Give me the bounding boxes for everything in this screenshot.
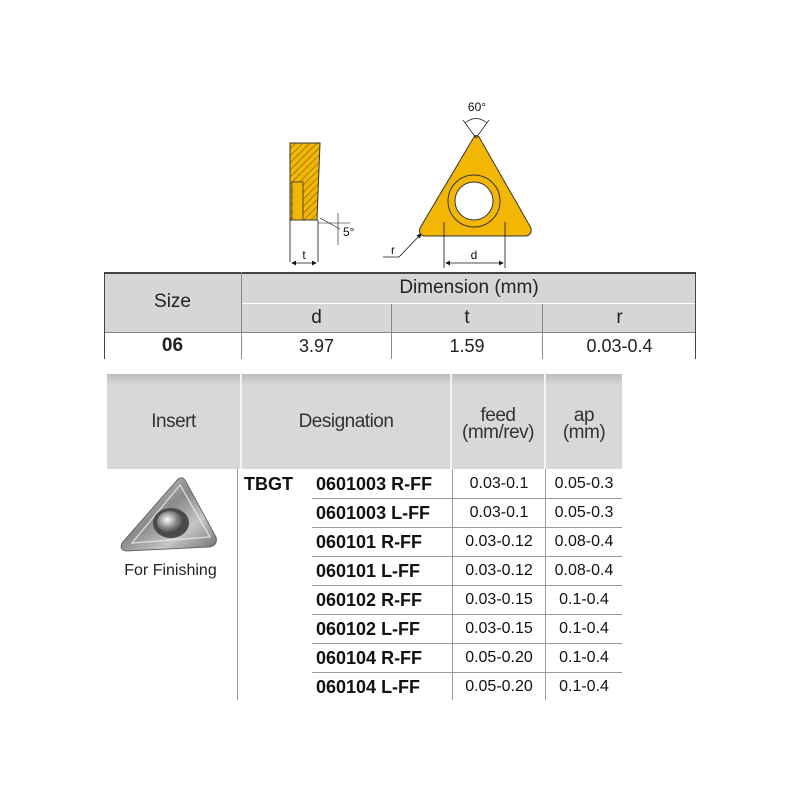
feed-value: 0.03-0.15 xyxy=(465,591,533,608)
designation-code: 060101 R-FF xyxy=(316,531,423,552)
feed-value: 0.03-0.15 xyxy=(465,620,533,637)
dimension-table: Size Dimension (mm) d t r 06 3.97 1.59 0… xyxy=(104,272,696,359)
feed-value: 0.03-0.12 xyxy=(465,533,533,550)
size-header: Size xyxy=(104,272,241,332)
feed-value: 0.05-0.20 xyxy=(465,678,533,695)
family-label: TBGT xyxy=(244,473,293,494)
divider xyxy=(542,304,543,359)
r-value: 0.03-0.4 xyxy=(586,335,653,356)
ap-value: 0.08-0.4 xyxy=(554,562,614,579)
divider xyxy=(450,374,452,469)
divider xyxy=(544,374,546,469)
ap-value: 0.1-0.4 xyxy=(559,649,609,666)
ap-value: 0.1-0.4 xyxy=(559,678,609,695)
angle-label: 60° xyxy=(468,100,486,114)
divider xyxy=(237,469,238,700)
size-value: 06 xyxy=(161,335,184,356)
insert-header: Insert xyxy=(151,411,196,432)
designation-code: 0601003 L-FF xyxy=(316,502,431,523)
table-border xyxy=(104,272,696,274)
divider xyxy=(241,272,242,359)
col-r-header: r xyxy=(543,304,696,332)
divider xyxy=(242,303,696,304)
side-view: t 5° xyxy=(289,142,355,266)
t-value: 1.59 xyxy=(449,335,485,356)
ap-value: 0.1-0.4 xyxy=(559,591,609,608)
t-label: t xyxy=(302,248,306,262)
top-view: 60° d r xyxy=(383,100,532,268)
ap-header: ap (mm) xyxy=(546,406,622,442)
feed-value: 0.03-0.1 xyxy=(469,475,529,492)
divider xyxy=(391,304,392,359)
designation-code: 0601003 R-FF xyxy=(316,473,433,494)
insert-image xyxy=(120,477,217,552)
clearance-angle-label: 5° xyxy=(343,225,355,239)
col-t-header: t xyxy=(392,304,542,332)
ap-header-line2: (mm) xyxy=(562,422,606,443)
d-label: d xyxy=(471,248,478,262)
designation-code: 060104 R-FF xyxy=(316,647,423,668)
ap-value: 0.05-0.3 xyxy=(554,504,614,521)
feed-value: 0.03-0.12 xyxy=(465,562,533,579)
designation-code: 060102 L-FF xyxy=(316,618,421,639)
insert-drawings: t 5° 60° d r xyxy=(289,100,532,268)
table-border xyxy=(695,272,696,359)
designation-header: Insert Designation feed (mm/rev) ap (mm) xyxy=(107,374,622,469)
feed-value: 0.03-0.1 xyxy=(469,504,529,521)
dimension-header: Dimension (mm) xyxy=(242,272,696,303)
feed-header: feed (mm/rev) xyxy=(452,406,544,442)
divider xyxy=(240,374,242,469)
insert-caption: For Finishing xyxy=(124,562,217,579)
r-label: r xyxy=(391,243,395,257)
ap-value: 0.1-0.4 xyxy=(559,620,609,637)
designation-code: 060104 L-FF xyxy=(316,676,421,697)
divider xyxy=(104,332,696,333)
feed-header-line2: (mm/rev) xyxy=(462,422,534,443)
d-value: 3.97 xyxy=(298,335,335,356)
col-d-header: d xyxy=(242,304,391,332)
designation-code: 060101 L-FF xyxy=(316,560,421,581)
ap-value: 0.08-0.4 xyxy=(554,533,614,550)
feed-value: 0.05-0.20 xyxy=(465,649,533,666)
designation-header-label: Designation xyxy=(298,411,394,432)
ap-value: 0.05-0.3 xyxy=(554,475,614,492)
table-border xyxy=(104,272,105,359)
designation-code: 060102 R-FF xyxy=(316,589,423,610)
